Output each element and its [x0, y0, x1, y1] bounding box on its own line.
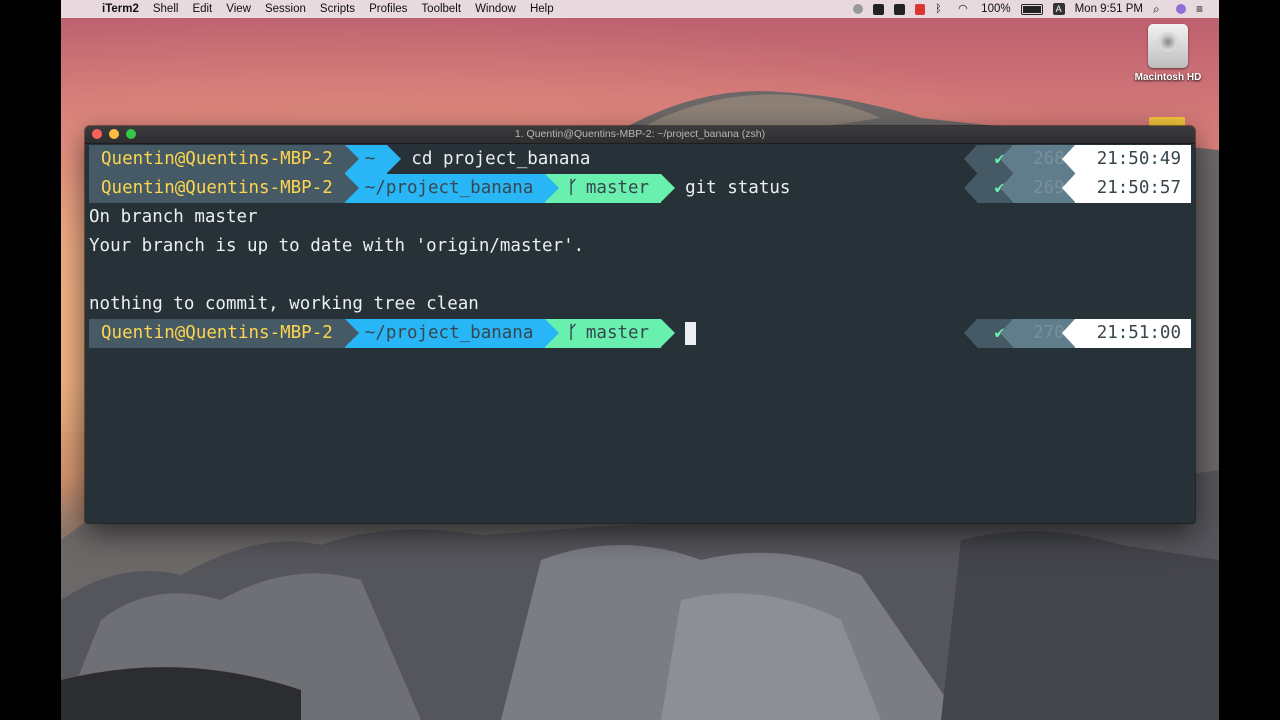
right-prompt: ✔ 269 21:50:57 — [963, 174, 1191, 203]
menubar-clock[interactable]: Mon 9:51 PM — [1075, 3, 1143, 15]
wifi-icon[interactable]: ◠ — [958, 3, 971, 15]
left-prompt: Quentin@Quentins-MBP-2 ~ cd project_bana… — [89, 145, 590, 174]
record-icon[interactable] — [853, 4, 864, 14]
time-segment: 21:50:57 — [1061, 174, 1191, 203]
battery-icon[interactable] — [1020, 3, 1043, 15]
spotlight-search-icon[interactable]: ⌕ — [1153, 3, 1166, 15]
menu-profiles[interactable]: Profiles — [362, 3, 414, 15]
letterbox-left — [0, 0, 61, 720]
menu-toolbelt[interactable]: Toolbelt — [414, 3, 468, 15]
creative-cloud-icon[interactable] — [873, 3, 885, 15]
terminal-window[interactable]: 1. Quentin@Quentins-MBP-2: ~/project_ban… — [85, 126, 1195, 523]
command-text: cd project_banana — [411, 149, 591, 169]
macintosh-hd-desktop-icon[interactable]: Macintosh HD — [1128, 24, 1208, 83]
prompt-user-segment: Quentin@Quentins-MBP-2 — [89, 319, 359, 348]
terminal-content[interactable]: Quentin@Quentins-MBP-2 ~ cd project_bana… — [89, 145, 1191, 523]
battery-percent: 100% — [981, 3, 1011, 15]
prompt-line: Quentin@Quentins-MBP-2 ~/project_banana … — [89, 174, 1191, 203]
red-app-icon[interactable] — [915, 3, 926, 15]
prompt-line: Quentin@Quentins-MBP-2 ~/project_banana … — [89, 319, 1191, 348]
output-line: nothing to commit, working tree clean — [89, 294, 479, 314]
output-line: On branch master — [89, 207, 258, 227]
time-segment: 21:50:49 — [1061, 145, 1191, 174]
left-prompt: Quentin@Quentins-MBP-2 ~/project_banana … — [89, 174, 790, 203]
bluetooth-icon[interactable]: ᛒ — [935, 3, 948, 15]
drive-label: Macintosh HD — [1134, 72, 1202, 83]
input-source-icon[interactable]: A — [1052, 3, 1065, 15]
status-area: ᛒ ◠ 100% A Mon 9:51 PM ⌕ ≡ — [853, 3, 1219, 15]
prompt-git-segment: ᚴ master — [545, 319, 676, 348]
time-segment: 21:51:00 — [1061, 319, 1191, 348]
prompt-user-segment: Quentin@Quentins-MBP-2 — [89, 145, 359, 174]
prompt-dir-segment: ~/project_banana — [344, 319, 560, 348]
menu-scripts[interactable]: Scripts — [313, 3, 362, 15]
prompt-git-segment: ᚴ master — [545, 174, 676, 203]
prompt-dir-segment: ~/project_banana — [344, 174, 560, 203]
close-button[interactable] — [92, 129, 102, 139]
notification-center-icon[interactable]: ≡ — [1196, 3, 1209, 15]
menu-view[interactable]: View — [219, 3, 258, 15]
menu-shell[interactable]: Shell — [146, 3, 186, 15]
command-text: git status — [685, 178, 791, 198]
dropbox-icon[interactable] — [894, 3, 906, 15]
right-prompt: ✔ 268 21:50:49 — [963, 145, 1191, 174]
letterbox-right — [1219, 0, 1280, 720]
menu-edit[interactable]: Edit — [185, 3, 219, 15]
zoom-button[interactable] — [126, 129, 136, 139]
siri-icon[interactable] — [1176, 4, 1186, 14]
git-branch-icon: ᚴ — [567, 323, 578, 343]
hard-drive-icon — [1148, 24, 1188, 68]
window-controls — [92, 129, 136, 139]
window-titlebar[interactable]: 1. Quentin@Quentins-MBP-2: ~/project_ban… — [85, 126, 1195, 144]
right-prompt: ✔ 270 21:51:00 — [963, 319, 1191, 348]
window-title: 1. Quentin@Quentins-MBP-2: ~/project_ban… — [514, 128, 766, 140]
output-line: Your branch is up to date with 'origin/m… — [89, 236, 585, 256]
prompt-user-segment: Quentin@Quentins-MBP-2 — [89, 174, 359, 203]
prompt-line: Quentin@Quentins-MBP-2 ~ cd project_bana… — [89, 145, 1191, 174]
menu-window[interactable]: Window — [468, 3, 523, 15]
menu-app-iterm2[interactable]: iTerm2 — [95, 3, 146, 15]
text-cursor[interactable] — [685, 322, 697, 345]
menu-session[interactable]: Session — [258, 3, 313, 15]
menu-help[interactable]: Help — [523, 3, 561, 15]
left-prompt: Quentin@Quentins-MBP-2 ~/project_banana … — [89, 319, 697, 348]
git-branch-icon: ᚴ — [567, 178, 578, 198]
menu-bar: iTerm2 Shell Edit View Session Scripts P… — [61, 0, 1219, 18]
minimize-button[interactable] — [109, 129, 119, 139]
